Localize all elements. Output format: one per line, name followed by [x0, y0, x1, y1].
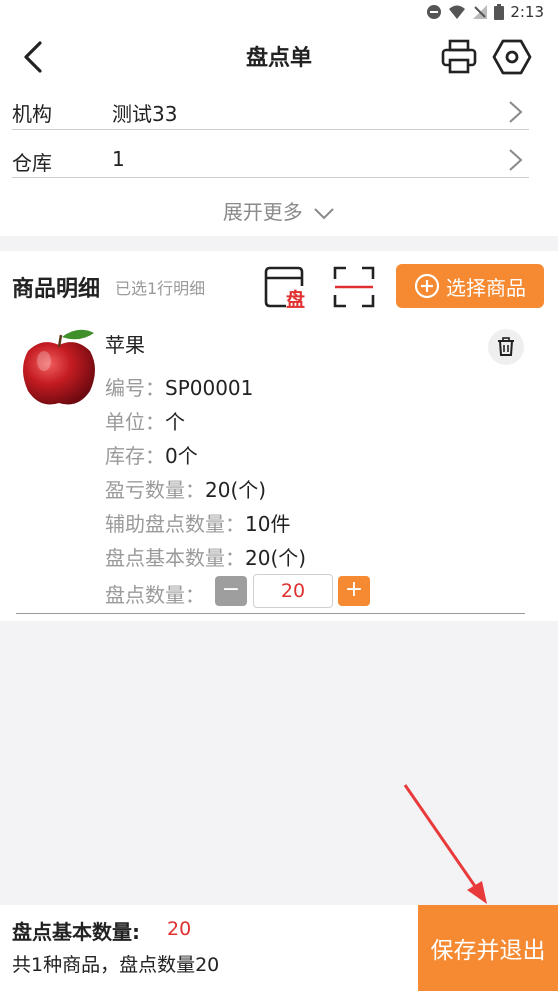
- attr-value: SP00001: [165, 376, 254, 400]
- status-bar: 2:13: [0, 0, 558, 28]
- divider: [16, 613, 525, 614]
- battery-icon: [494, 4, 505, 20]
- org-label: 机构: [12, 102, 52, 126]
- org-row[interactable]: 机构 测试33: [0, 86, 558, 130]
- divider: [12, 129, 529, 130]
- warehouse-value: 1: [112, 147, 125, 171]
- selected-count: 已选1行明细: [115, 279, 206, 298]
- attr-code: 编号：SP00001: [105, 372, 253, 401]
- save-and-exit-button[interactable]: 保存并退出: [418, 905, 558, 991]
- attr-aux-qty: 辅助盘点数量：10件: [105, 508, 290, 537]
- qty-increment-button[interactable]: +: [338, 576, 370, 606]
- attr-value: 0个: [165, 444, 198, 468]
- qty-input[interactable]: [253, 574, 333, 608]
- attr-unit: 单位：个: [105, 406, 185, 435]
- status-icons: 2:13: [426, 3, 544, 21]
- annotation-arrow: [403, 784, 487, 904]
- attr-key: 辅助盘点数量：: [105, 512, 245, 536]
- product-name: 苹果: [105, 333, 145, 357]
- attr-stock: 库存：0个: [105, 440, 198, 469]
- qty-label: 盘点数量：: [105, 579, 205, 608]
- no-signal-icon: [473, 5, 488, 19]
- dnd-icon: [427, 5, 442, 19]
- select-product-label: 选择商品: [446, 275, 526, 300]
- attr-key: 单位：: [105, 410, 165, 434]
- chevron-right-icon: [509, 101, 523, 123]
- warehouse-label: 仓库: [12, 151, 52, 175]
- pan-badge: 盘: [286, 289, 306, 311]
- attr-value: 10件: [245, 512, 291, 536]
- summary-text: 共1种商品，盘点数量20: [12, 954, 220, 976]
- delete-button[interactable]: [488, 329, 524, 365]
- scan-icon: [333, 266, 375, 308]
- qty-decrement-button[interactable]: −: [215, 576, 247, 606]
- divider: [12, 177, 529, 178]
- chevron-down-icon: [314, 207, 334, 219]
- attr-key: 盈亏数量：: [105, 478, 205, 502]
- bottom-bar: 盘点基本数量: 20 共1种商品，盘点数量20 保存并退出: [0, 905, 558, 991]
- hexagon-settings-icon: [492, 39, 532, 75]
- base-qty-value: 20: [167, 918, 192, 940]
- expand-more-button[interactable]: 展开更多: [0, 196, 558, 225]
- scan-button[interactable]: [332, 265, 376, 309]
- stocktake-box-button[interactable]: 盘: [262, 264, 310, 311]
- base-qty-label: 盘点基本数量:: [12, 920, 140, 944]
- print-button[interactable]: [440, 38, 478, 76]
- chevron-right-icon: [509, 149, 523, 171]
- attr-diff-qty: 盈亏数量：20(个): [105, 474, 266, 503]
- product-image-apple: [23, 329, 95, 405]
- status-time: 2:13: [510, 3, 544, 21]
- nav-bar: 盘点单: [0, 28, 558, 86]
- trash-icon: [498, 337, 514, 356]
- warehouse-row[interactable]: 仓库 1: [0, 134, 558, 178]
- select-product-button[interactable]: 选择商品: [396, 264, 544, 308]
- attr-key: 库存：: [105, 444, 165, 468]
- section-title: 商品明细: [12, 277, 101, 302]
- attr-key: 编号：: [105, 376, 165, 400]
- settings-button[interactable]: [492, 37, 532, 77]
- attr-value: 20(个): [205, 478, 267, 502]
- wifi-icon: [449, 5, 466, 19]
- attr-value: 20(个): [245, 546, 307, 570]
- form-section: 机构 测试33 仓库 1 展开更多: [0, 86, 558, 236]
- attr-base-qty: 盘点基本数量：20(个): [105, 542, 306, 571]
- org-value: 测试33: [112, 102, 178, 126]
- details-section: 商品明细 已选1行明细 盘 选择商品 苹果 编号：SP00001 单位：个 库存…: [0, 251, 558, 621]
- expand-more-label: 展开更多: [222, 200, 303, 224]
- plus-circle-icon: [414, 273, 440, 299]
- attr-key: 盘点基本数量：: [105, 546, 245, 570]
- qty-label-text: 盘点数量：: [105, 583, 205, 607]
- printer-icon: [441, 39, 477, 74]
- attr-value: 个: [165, 410, 185, 434]
